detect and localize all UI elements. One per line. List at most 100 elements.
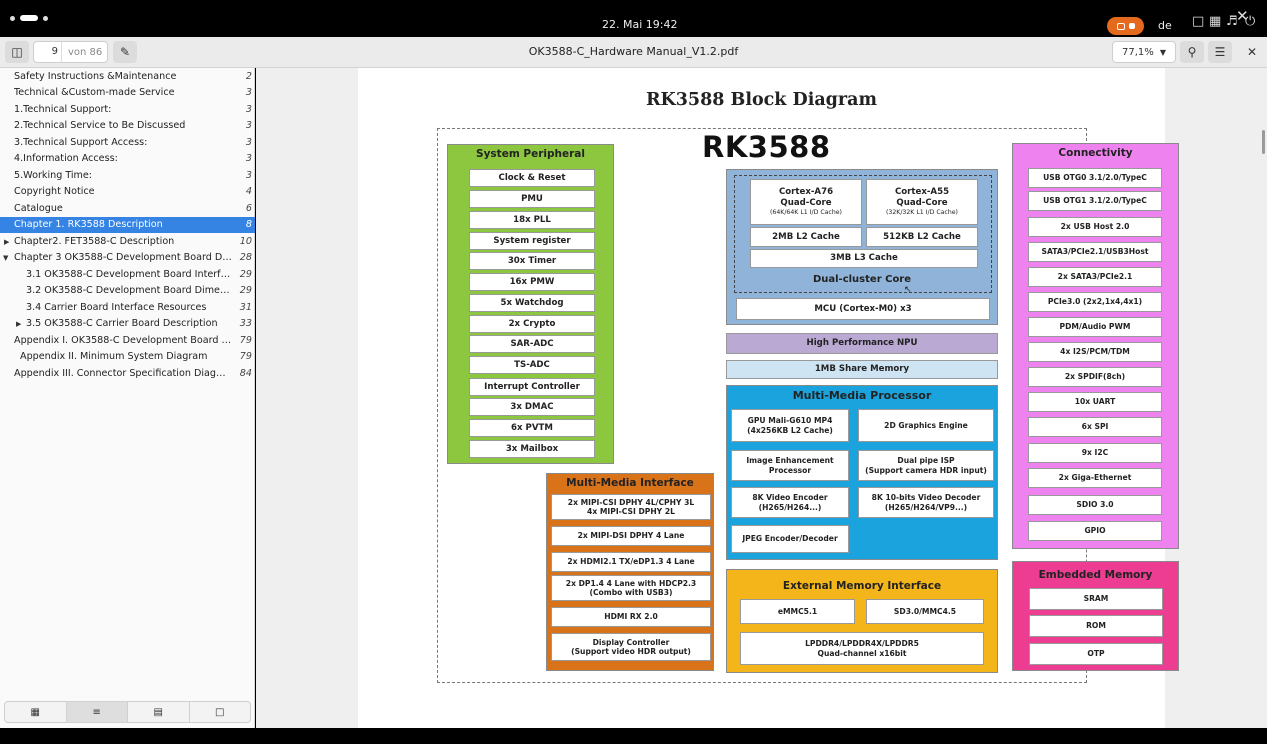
block-item: 2x SPDIF(8ch) <box>1028 367 1162 387</box>
search-button[interactable]: ⚲ <box>1180 41 1204 63</box>
close-window-button[interactable]: ✕ <box>1240 41 1264 63</box>
grid-icon: ▦ <box>30 706 40 718</box>
multimedia-processor-header: Multi-Media Processor <box>792 389 932 402</box>
document-viewer-header: ◫ 9 von 86 ✎ OK3588-C_Hardware Manual_V1… <box>0 37 1267 68</box>
block-item: 2x MIPI-CSI DPHY 4L/CPHY 3L 4x MIPI-CSI D… <box>551 494 711 520</box>
outline-item[interactable]: 2.Technical Service to Be Discussed 3 <box>0 118 255 134</box>
outline-item[interactable]: ▶ 3.5 OK3588-C Carrier Board Description 3… <box>0 316 255 332</box>
zoom-selector[interactable]: 77,1% ▼ <box>1112 41 1176 63</box>
outline-item[interactable]: 3.4 Carrier Board Interface Resources 31 <box>0 300 255 316</box>
cortex-a55-box: Cortex-A55 Quad-Core (32K/32K L1 I/D Cache… <box>866 179 978 225</box>
lpddr-box: LPDDR4/LPDDR4X/LPDDR5 Quad-channel x16bit <box>740 632 984 665</box>
g2d-box: 2D Graphics Engine <box>858 409 994 442</box>
embedded-memory-block: Embedded Memory SRAM ROM OTP <box>1012 561 1179 671</box>
multimedia-interface-header: Multi-Media Interface <box>566 477 694 489</box>
expand-arrow-icon[interactable]: ▶ <box>16 316 21 332</box>
screen-record-indicator[interactable] <box>1107 17 1144 35</box>
block-item: 2x USB Host 2.0 <box>1028 217 1162 237</box>
l2-cache-a55: 512KB L2 Cache <box>866 227 978 247</box>
outline-item[interactable]: 4.Information Access: 3 <box>0 151 255 167</box>
block-item: HDMI RX 2.0 <box>551 607 711 627</box>
main-menu-button[interactable]: ☰ <box>1208 41 1232 63</box>
block-item: 2x HDMI2.1 TX/eDP1.3 4 Lane <box>551 552 711 572</box>
outline-item[interactable]: Copyright Notice 4 <box>0 184 255 200</box>
outline-list-icon: ≡ <box>92 706 101 718</box>
block-item: 3x DMAC <box>469 398 595 416</box>
tab-outline[interactable]: ≡ <box>66 702 128 722</box>
block-item: Clock & Reset <box>469 169 595 187</box>
workspace-indicator[interactable] <box>10 15 48 21</box>
video-encoder-box: 8K Video Encoder (H265/H264...) <box>731 487 849 518</box>
outline-item[interactable]: Appendix II. Minimum System Diagram 79 <box>0 349 255 365</box>
sd-box: SD3.0/MMC4.5 <box>866 599 984 624</box>
outline-item[interactable]: Technical &Custom-made Service 3 <box>0 85 255 101</box>
connectivity-header: Connectivity <box>1058 147 1133 159</box>
collapse-arrow-icon[interactable]: ▼ <box>3 250 8 266</box>
outline-sidebar: Safety Instructions &Maintenance 2 Techni… <box>0 68 255 728</box>
outline-item[interactable]: 1.Technical Support: 3 <box>0 102 255 118</box>
block-item: Interrupt Controller <box>469 378 595 396</box>
tab-annotations[interactable]: ▤ <box>128 702 190 722</box>
share-memory-box: 1MB Share Memory <box>726 360 998 379</box>
network-icon[interactable]: ▦ <box>1209 14 1221 29</box>
block-item: SATA3/PCIe2.1/USB3Host <box>1028 242 1162 262</box>
outline-item[interactable]: ▶ Chapter2. FET3588-C Description 10 <box>0 234 255 250</box>
outline-item[interactable]: 3.2 OK3588-C Development Board Dimension… <box>0 283 255 299</box>
chevron-down-icon: ▼ <box>1159 47 1166 57</box>
outline-item[interactable]: Appendix III. Connector Specification Di… <box>0 366 255 382</box>
block-item: 2x SATA3/PCIe2.1 <box>1028 267 1162 287</box>
vertical-scrollbar[interactable] <box>1262 130 1265 154</box>
system-peripheral-block: System Peripheral Clock & Reset PMU 18x … <box>447 144 614 464</box>
l3-cache: 3MB L3 Cache <box>750 249 978 268</box>
npu-box: High Performance NPU <box>726 333 998 354</box>
sidebar-view-tabs: ▦ ≡ ▤ □ <box>4 701 251 723</box>
cortex-a76-box: Cortex-A76 Quad-Core (64K/64K L1 I/D Cache… <box>750 179 862 225</box>
expand-arrow-icon[interactable]: ▶ <box>4 234 9 250</box>
outline-item[interactable]: Catalogue 6 <box>0 201 255 217</box>
block-item: ROM <box>1029 615 1163 637</box>
keyboard-layout[interactable]: de <box>1158 19 1172 32</box>
clipboard-icon[interactable]: □ <box>1192 14 1204 29</box>
screencast-icon <box>1116 22 1125 30</box>
multimedia-interface-panel: Multi-Media Interface 2x MIPI-CSI DPHY 4… <box>546 473 714 671</box>
block-item: PDM/Audio PWM <box>1028 317 1162 337</box>
clock[interactable]: 22. Mai 19:42 <box>602 18 677 31</box>
block-item: GPIO <box>1028 521 1162 541</box>
bottom-edge <box>0 728 1267 744</box>
outline-item[interactable]: 3.Technical Support Access: 3 <box>0 135 255 151</box>
outline-item[interactable]: ▼ Chapter 3 OK3588-C Development Board De… <box>0 250 255 266</box>
block-item: 2x DP1.4 4 Lane with HDCP2.3 (Combo with … <box>551 575 711 601</box>
document-view[interactable]: RK3588 Block Diagram System Peripheral C… <box>256 68 1267 728</box>
workspace-dot <box>43 15 48 21</box>
block-item: 4x I2S/PCM/TDM <box>1028 342 1162 362</box>
jpeg-box: JPEG Encoder/Decoder <box>731 525 849 553</box>
close-icon[interactable]: ✕ <box>1236 7 1249 25</box>
outline-item-selected[interactable]: Chapter 1. RK3588 Description 8 <box>0 217 255 233</box>
zoom-value: 77,1% <box>1122 46 1154 58</box>
outline-item[interactable]: 5.Working Time: 3 <box>0 168 255 184</box>
mcu-box: MCU (Cortex-M0) x3 <box>736 298 990 320</box>
tab-bookmarks[interactable]: □ <box>190 702 251 722</box>
bookmark-icon: □ <box>215 706 225 718</box>
iep-box: Image Enhancement Processor <box>731 450 849 481</box>
block-item: 30x Timer <box>469 252 595 270</box>
video-decoder-box: 8K 10-bits Video Decoder (H265/H264/VP9..… <box>858 487 994 518</box>
block-item: USB OTG0 3.1/2.0/TypeC <box>1028 168 1162 188</box>
outline-item[interactable]: 3.1 OK3588-C Development Board Interface… <box>0 267 255 283</box>
embedded-memory-header: Embedded Memory <box>1038 569 1153 581</box>
system-peripheral-header: System Peripheral <box>476 148 585 160</box>
outline-item[interactable]: Safety Instructions &Maintenance 2 <box>0 69 255 85</box>
comment-icon: ▤ <box>153 706 163 718</box>
multimedia-processor-block: Multi-Media Processor GPU Mali-G610 MP4(… <box>726 385 998 560</box>
workspace-dot <box>10 15 15 21</box>
tab-thumbnails[interactable]: ▦ <box>5 702 67 722</box>
cpu-core-block: Cortex-A76 Quad-Core (64K/64K L1 I/D Cache… <box>726 169 998 325</box>
outline-item[interactable]: Appendix I. OK3588-C Development Board O… <box>0 333 255 349</box>
block-item: SRAM <box>1029 588 1163 610</box>
block-item: SDIO 3.0 <box>1028 495 1162 515</box>
mouse-cursor: ↖ <box>904 285 912 295</box>
block-item: 6x PVTM <box>469 419 595 437</box>
block-item: 9x I2C <box>1028 443 1162 463</box>
block-item: 5x Watchdog <box>469 294 595 312</box>
block-item: System register <box>469 232 595 250</box>
